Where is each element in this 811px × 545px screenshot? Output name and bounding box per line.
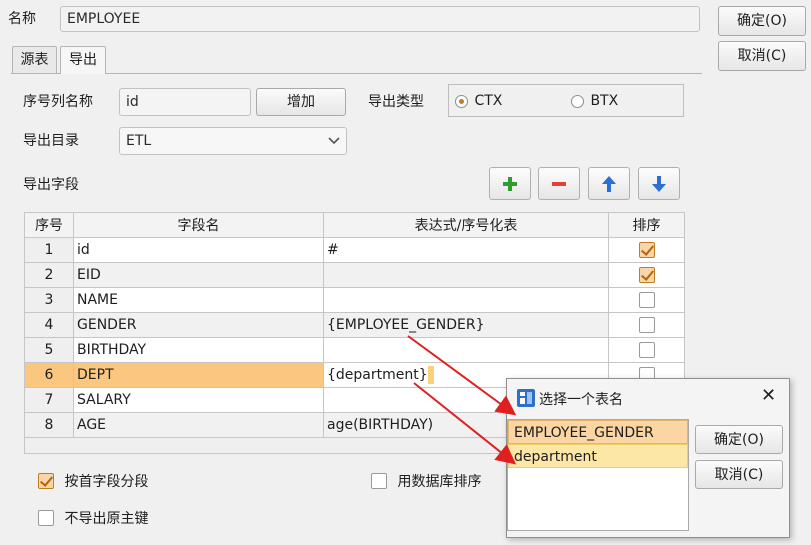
table-row[interactable]: 5 BIRTHDAY [24,337,685,363]
text-cursor [427,366,434,384]
tab-export[interactable]: 导出 [60,46,106,74]
option-no-export-pk[interactable]: 不导出原主键 [38,508,148,528]
chevron-down-icon [328,137,340,145]
field-name-cell[interactable]: GENDER [73,312,324,338]
list-item[interactable]: EMPLOYEE_GENDER [508,420,688,444]
no-export-pk-checkbox[interactable] [38,510,54,526]
expression-text[interactable]: {department} [327,367,428,383]
sort-checkbox[interactable] [638,342,655,358]
radio-ctx-label: CTX [474,93,503,109]
move-up-button[interactable] [588,167,630,200]
row-number: 2 [24,262,74,288]
field-name-cell[interactable]: AGE [73,412,324,438]
sort-checkbox[interactable] [638,292,655,308]
ok-button[interactable]: 确定(O) [718,6,806,36]
radio-ctx[interactable]: CTX [455,93,502,109]
table-row[interactable]: 4 GENDER {EMPLOYEE_GENDER} [24,312,685,338]
move-down-button[interactable] [638,167,680,200]
dialog-title: 选择一个表名 [539,392,623,408]
sort-cell[interactable] [608,287,685,313]
field-name-cell[interactable]: EID [73,262,324,288]
export-type-label: 导出类型 [368,94,424,110]
segment-first-field-checkbox[interactable] [38,473,54,489]
dialog-ok-button[interactable]: 确定(O) [695,425,783,454]
close-icon[interactable]: ✕ [761,386,776,406]
add-row-button[interactable] [489,167,531,200]
sort-checkbox[interactable] [638,317,655,333]
choose-table-dialog: 选择一个表名 ✕ EMPLOYEE_GENDER department 确定(O… [506,378,790,538]
row-number: 5 [24,337,74,363]
field-name-cell[interactable]: SALARY [73,387,324,413]
dialog-cancel-button[interactable]: 取消(C) [695,460,783,489]
export-dir-label: 导出目录 [23,133,79,149]
col-header-expression[interactable]: 表达式/序号化表 [323,212,609,238]
db-sort-label: 用数据库排序 [397,474,482,490]
minus-icon [552,181,566,186]
no-export-pk-label: 不导出原主键 [64,511,149,527]
sort-cell[interactable] [608,237,685,263]
table-row[interactable]: 3 NAME [24,287,685,313]
field-name-cell[interactable]: id [73,237,324,263]
export-dir-value: ETL [126,133,152,149]
add-button[interactable]: 增加 [256,88,346,116]
table-row[interactable]: 2 EID [24,262,685,288]
list-item[interactable]: department [508,444,688,468]
row-number: 3 [24,287,74,313]
name-label: 名称 [8,11,36,27]
col-header-field-name[interactable]: 字段名 [73,212,324,238]
seq-col-label: 序号列名称 [23,94,93,110]
name-field[interactable]: EMPLOYEE [60,6,700,32]
row-number: 8 [24,412,74,438]
export-fields-label: 导出字段 [23,177,79,193]
export-dir-select[interactable]: ETL [119,127,347,155]
row-number: 7 [24,387,74,413]
row-number: 1 [24,237,74,263]
option-segment-first-field[interactable]: 按首字段分段 [38,471,148,491]
plus-icon [503,176,517,191]
segment-first-field-label: 按首字段分段 [64,474,149,490]
expression-cell[interactable]: # [323,237,609,263]
field-name-cell[interactable]: NAME [73,287,324,313]
db-sort-checkbox[interactable] [371,473,387,489]
col-header-sort[interactable]: 排序 [608,212,685,238]
sort-cell[interactable] [608,262,685,288]
radio-btx-dot[interactable] [571,94,584,108]
arrow-down-icon [652,175,666,192]
expression-cell[interactable] [323,337,609,363]
table-row[interactable]: 1 id # [24,237,685,263]
seq-col-input[interactable]: id [119,88,251,116]
radio-btx[interactable]: BTX [571,93,618,109]
radio-btx-label: BTX [590,93,619,109]
option-db-sort[interactable]: 用数据库排序 [371,471,481,491]
delete-row-button[interactable] [538,167,580,200]
table-chooser-icon [517,389,535,407]
radio-ctx-dot[interactable] [455,94,468,108]
field-name-cell[interactable]: BIRTHDAY [73,337,324,363]
col-header-seq[interactable]: 序号 [24,212,74,238]
table-name-list[interactable]: EMPLOYEE_GENDER department [507,419,689,531]
arrow-up-icon [602,175,616,192]
sort-checkbox[interactable] [638,267,655,283]
field-name-cell[interactable]: DEPT [73,362,324,388]
tab-source-table[interactable]: 源表 [12,46,57,73]
sort-cell[interactable] [608,337,685,363]
expression-cell[interactable] [323,262,609,288]
expression-cell[interactable]: {EMPLOYEE_GENDER} [323,312,609,338]
row-number: 4 [24,312,74,338]
sort-cell[interactable] [608,312,685,338]
expression-cell[interactable] [323,287,609,313]
cancel-button[interactable]: 取消(C) [718,41,806,71]
export-type-group: CTX BTX [448,84,684,117]
sort-checkbox[interactable] [638,242,655,258]
row-number: 6 [24,362,74,388]
